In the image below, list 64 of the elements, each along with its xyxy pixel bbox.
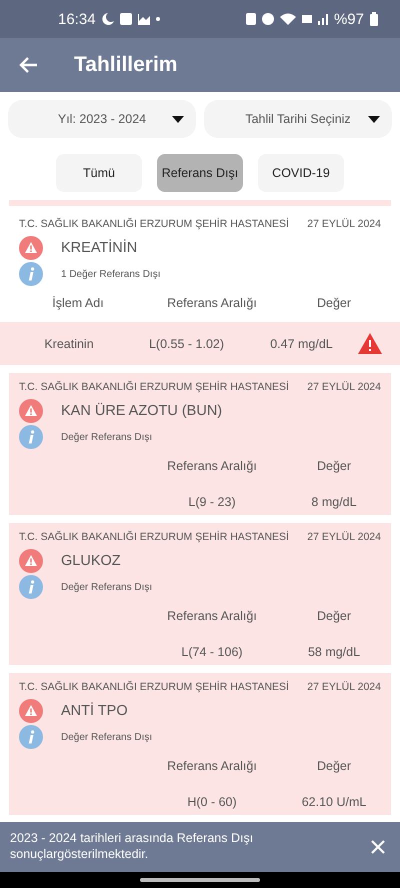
gallery-icon [138,14,150,24]
column-header: Değer [316,608,352,623]
result-card[interactable]: T.C. SAĞLIK BAKANLIĞI ERZURUM ŞEHİR HASTANESİ 27 EYLÜL 2024 KAN ÜRE AZOTU (BUN) Değer Referans Dışı Referans Aralığı Değer L(9 - 23) 8 mg/dL [9,373,391,515]
test-name: GLUKOZ [61,553,121,569]
result-note: Değer Referans Dışı [61,732,152,742]
column-header: Referans Aralığı [166,458,258,473]
info-icon [19,725,43,749]
close-button[interactable] [370,839,386,855]
filter-tab[interactable]: Tümü [56,154,142,192]
result-date: 27 EYLÜL 2024 [307,218,381,230]
filter-tab[interactable]: Referans Dışı [157,154,243,192]
hospital-name: T.C. SAĞLIK BAKANLIĞI ERZURUM ŞEHİR HASTANESİ [19,381,289,393]
info-icon [19,262,43,286]
info-icon [19,575,43,599]
filter-dropdown[interactable]: Tahlil Tarihi Seçiniz [204,100,392,138]
battery-icon [370,12,378,26]
warning-icon [358,333,382,354]
result-date: 27 EYLÜL 2024 [307,381,381,393]
filter-dropdown[interactable]: Yıl: 2023 - 2024 [8,100,196,138]
column-header: Referans Aralığı [166,608,258,623]
hospital-name: T.C. SAĞLIK BAKANLIĞI ERZURUM ŞEHİR HASTANESİ [19,681,289,693]
result-note: Değer Referans Dışı [61,582,152,592]
dot-icon [156,17,160,21]
warning-icon [19,699,43,723]
table-cell: L(0.55 - 1.02) [148,336,224,350]
page-title: Tahlillerim [74,53,178,77]
test-name: KREATİNİN [61,240,138,256]
warning-icon [19,236,43,260]
result-card[interactable]: T.C. SAĞLIK BAKANLIĞI ERZURUM ŞEHİR HASTANESİ 27 EYLÜL 2024 GLUKOZ Değer Referans Dışı Referans Aralığı Değer L(74 - 106) 58 mg/dL [9,523,391,665]
snackbar-message: 2023 - 2024 tarihleri arasında Referans Dışı sonuçlargösterilmektedir. [10,831,254,863]
caret-icon [172,116,184,123]
caret-icon [368,116,380,123]
test-name: ANTİ TPO [61,703,128,719]
table-cell: 0.47 mg/dL [270,336,333,350]
table-cell-text: L(74 - 106) [180,644,244,659]
table-cell-text: H(0 - 60) [186,794,238,809]
table-cell-text: 62.10 U/mL [300,794,368,809]
info-icon [19,425,43,449]
moon-icon [102,13,114,25]
signal-icon [318,14,328,24]
hospital-name: T.C. SAĞLIK BAKANLIĞI ERZURUM ŞEHİR HASTANESİ [19,531,289,543]
column-header: Referans Aralığı [166,758,258,773]
table-cell: Kreatinin [44,336,94,350]
result-date: 27 EYLÜL 2024 [307,681,381,693]
table-cell-text: L(9 - 23) [187,494,237,509]
warning-icon [19,549,43,573]
test-name: KAN ÜRE AZOTU (BUN) [61,403,222,419]
result-date: 27 EYLÜL 2024 [307,531,381,543]
hospital-name: T.C. SAĞLIK BAKANLIĞI ERZURUM ŞEHİR HASTANESİ [19,218,289,230]
result-card[interactable]: T.C. SAĞLIK BAKANLIĞI ERZURUM ŞEHİR HASTANESİ 27 EYLÜL 2024 ANTİ TPO Değer Referans Dışı Referans Aralığı Değer H(0 - 60) 62.10 U/mL [9,673,391,815]
result-note: 1 Değer Referans Dışı [61,268,160,280]
column-header: Referans Aralığı [166,295,258,310]
column-header: Değer [316,458,352,473]
table-cell-text: 58 mg/dL [306,644,362,659]
clock: 16:34 [58,10,96,28]
column-header: Değer [316,295,352,310]
filter-tab[interactable]: COVID-19 [258,154,344,192]
warning-icon [19,399,43,423]
result-note: Değer Referans Dışı [61,432,152,442]
battery-level: %97 [334,10,364,28]
wifi-icon [280,13,296,25]
column-header: İşlem Adı [51,295,105,310]
table-cell-text: 8 mg/dL [310,494,358,509]
column-header: Değer [316,758,352,773]
